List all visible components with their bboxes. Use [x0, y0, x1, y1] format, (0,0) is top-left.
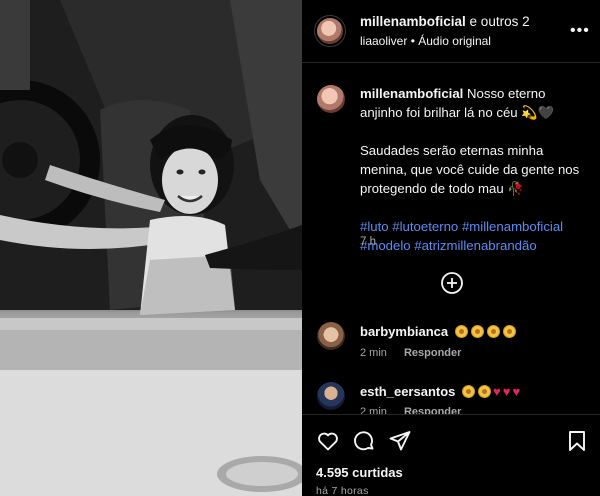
reply-button[interactable]: Responder: [404, 347, 461, 359]
post-subtitle: liaaoliver • Áudio original: [360, 34, 491, 48]
post-detail-panel: millenamboficial e outros 2 liaaoliver •…: [302, 0, 600, 496]
comment-meta: 2 min Responder: [360, 347, 461, 359]
comment-avatar[interactable]: [317, 322, 345, 350]
hashtag-link[interactable]: #luto: [360, 219, 389, 234]
comment-row: barbymbianca: [360, 324, 516, 339]
hashtag-link[interactable]: #lutoeterno: [392, 219, 458, 234]
photo-illustration: [0, 0, 302, 496]
comment-row: esth_eersantos ♥ ♥ ♥: [360, 384, 520, 399]
subtitle-separator: •: [410, 34, 415, 48]
caption-time: 7 h: [360, 236, 376, 248]
comment-text: ♥ ♥ ♥: [459, 384, 520, 399]
caption-line-2: Saudades serão eternas minha menina, que…: [360, 143, 580, 196]
comment-username[interactable]: esth_eersantos: [360, 384, 455, 399]
hashtag-link[interactable]: #millenamboficial: [462, 219, 563, 234]
heart-icon[interactable]: [316, 429, 340, 453]
audio-link[interactable]: Áudio original: [418, 34, 491, 48]
load-more-comments-icon[interactable]: [440, 271, 464, 295]
hashtag-link[interactable]: #atrizmillenabrandão: [414, 238, 536, 253]
author-avatar[interactable]: [317, 18, 343, 44]
hashtag-list: #luto #lutoeterno #millenamboficial #mod…: [360, 217, 590, 255]
caption-avatar[interactable]: [317, 85, 345, 113]
comment-avatar[interactable]: [317, 382, 345, 410]
share-icon[interactable]: [388, 429, 412, 453]
like-count[interactable]: 4.595 curtidas: [316, 465, 403, 480]
post-author-line: millenamboficial e outros 2: [360, 14, 530, 29]
coauthors-text[interactable]: e outros 2: [470, 14, 530, 29]
subtitle-user[interactable]: liaaoliver: [360, 34, 407, 48]
bookmark-icon[interactable]: [566, 429, 588, 453]
author-username[interactable]: millenamboficial: [360, 14, 466, 29]
post-header: millenamboficial e outros 2 liaaoliver •…: [302, 0, 600, 63]
post-actions: 4.595 curtidas há 7 horas: [302, 414, 600, 496]
comment-time: 2 min: [360, 347, 387, 359]
comment-icon[interactable]: [352, 429, 376, 453]
post-caption: millenamboficial Nosso eterno anjinho fo…: [360, 84, 590, 255]
comment-text: [452, 324, 516, 339]
post-age: há 7 horas: [316, 485, 369, 496]
more-horizontal-icon[interactable]: •••: [570, 22, 590, 40]
post-photo[interactable]: [0, 0, 302, 496]
comment-username[interactable]: barbymbianca: [360, 324, 448, 339]
caption-username[interactable]: millenamboficial: [360, 86, 463, 101]
